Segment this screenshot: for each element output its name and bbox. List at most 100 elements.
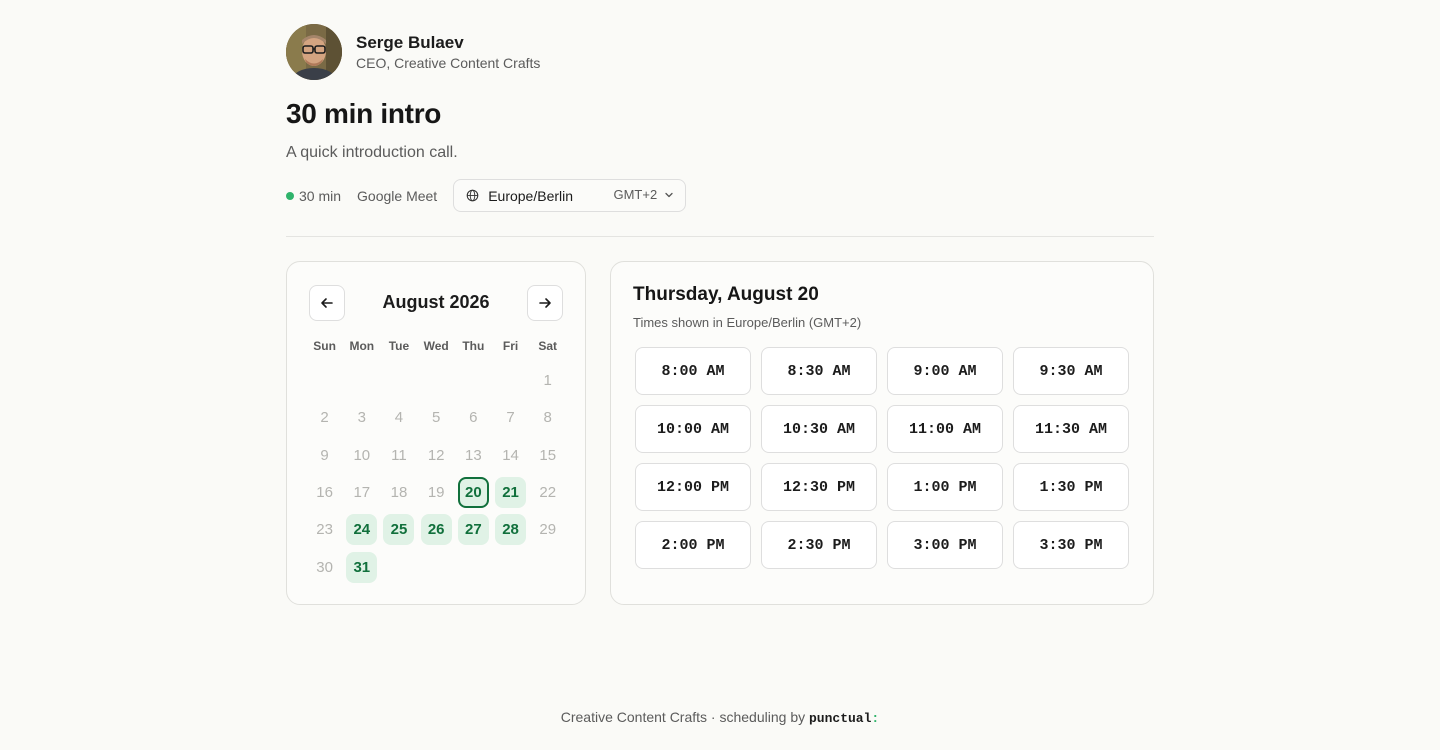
day-number: 9	[320, 446, 329, 464]
time-slot-button[interactable]: 3:30 PM	[1013, 521, 1129, 569]
day-number: 17	[353, 484, 371, 502]
brand-mark: :	[871, 711, 880, 726]
day-cell-empty	[306, 362, 343, 399]
weekday-header: Sun Mon Tue Wed Thu Fri Sat	[306, 339, 566, 353]
globe-icon	[466, 189, 479, 202]
time-slot-button[interactable]: 1:30 PM	[1013, 463, 1129, 511]
timezone-name: Europe/Berlin	[488, 187, 574, 204]
day-number: 23	[316, 521, 333, 539]
timezone-offset: GMT+2	[613, 187, 658, 202]
day-number: 7	[506, 409, 515, 427]
time-slot-button[interactable]: 11:30 AM	[1013, 405, 1129, 453]
day-number: 5	[431, 409, 441, 427]
divider	[286, 236, 1154, 237]
day-cell: 3	[343, 399, 380, 436]
location-label: Google Meet	[357, 187, 438, 204]
event-description: A quick introduction call.	[286, 144, 458, 161]
day-number: 6	[469, 409, 478, 427]
footer-company: Creative Content Crafts	[560, 709, 708, 725]
day-cell: 11	[380, 437, 417, 474]
weekday-label: Tue	[388, 339, 410, 353]
time-slot-grid: 8:00 AM 8:30 AM 9:00 AM 9:30 AM 10:00 AM 10:3…	[635, 347, 1129, 569]
host-name: Serge Bulaev	[356, 33, 464, 52]
day-number: 25	[383, 514, 415, 546]
day-number: 19	[427, 484, 445, 502]
day-number: 8	[543, 409, 552, 427]
time-slot-button[interactable]: 1:00 PM	[887, 463, 1003, 511]
event-meta: 30 min Google Meet Europe/Berlin GMT+2	[286, 179, 687, 212]
duration-label: 30 min	[299, 187, 342, 204]
day-cell-selected[interactable]: 20	[455, 474, 492, 511]
day-number: 22	[539, 484, 557, 502]
weekday-label: Sat	[538, 339, 558, 353]
day-cell[interactable]: 24	[343, 511, 380, 548]
days-grid: 1 2 3 4 5 6 7 8 9 10 11 12 13 14 15 16 17 18 19 20 21 22 23 24 2…	[306, 362, 567, 586]
day-number: 13	[465, 446, 482, 464]
day-number: 10	[353, 446, 371, 464]
day-cell: 2	[306, 399, 343, 436]
footer-separator: · scheduling by	[707, 709, 809, 725]
day-cell: 5	[418, 399, 455, 436]
day-number: 3	[357, 409, 366, 427]
time-slot-button[interactable]: 11:00 AM	[887, 405, 1003, 453]
day-number: 15	[539, 446, 557, 464]
day-cell[interactable]: 25	[380, 511, 417, 548]
day-cell: 13	[455, 437, 492, 474]
time-slot-button[interactable]: 3:00 PM	[887, 521, 1003, 569]
day-number: 26	[420, 514, 452, 546]
day-cell: 14	[492, 437, 529, 474]
day-cell: 7	[492, 399, 529, 436]
time-slot-button[interactable]: 2:00 PM	[635, 521, 751, 569]
day-cell: 15	[529, 437, 566, 474]
time-slot-button[interactable]: 8:30 AM	[761, 347, 877, 395]
time-slot-button[interactable]: 10:30 AM	[761, 405, 877, 453]
day-number: 16	[316, 484, 333, 502]
chevron-down-icon	[665, 192, 673, 198]
day-cell[interactable]: 21	[492, 474, 529, 511]
day-cell[interactable]: 27	[455, 511, 492, 548]
day-cell[interactable]: 31	[343, 548, 380, 585]
day-cell: 19	[418, 474, 455, 511]
day-number: 21	[495, 477, 527, 509]
day-number: 20	[457, 477, 489, 509]
day-number: 24	[346, 514, 378, 546]
weekday-label: Thu	[462, 339, 485, 353]
time-slot-button[interactable]: 12:30 PM	[761, 463, 877, 511]
day-number: 1	[543, 372, 552, 390]
time-slot-button[interactable]: 10:00 AM	[635, 405, 751, 453]
time-slot-button[interactable]: 9:30 AM	[1013, 347, 1129, 395]
host-info: Serge Bulaev CEO, Creative Content Craft…	[356, 32, 540, 72]
day-cell: 29	[529, 511, 566, 548]
duration-badge: 30 min	[286, 188, 341, 204]
booking-page: Serge Bulaev CEO, Creative Content Craft…	[0, 0, 1440, 750]
time-slot-button[interactable]: 12:00 PM	[635, 463, 751, 511]
weekday-label: Sun	[313, 339, 336, 353]
day-number: 12	[427, 446, 445, 464]
day-number: 14	[502, 446, 519, 464]
footer: Creative Content Crafts · scheduling by …	[0, 709, 1440, 726]
weekday-label: Mon	[349, 339, 375, 353]
time-slots-card: Thursday, August 20 Times shown in Europ…	[610, 261, 1154, 605]
day-number: 29	[539, 521, 557, 539]
time-slot-button[interactable]: 8:00 AM	[635, 347, 751, 395]
weekday-label: Fri	[502, 339, 519, 353]
day-cell-empty	[492, 362, 529, 399]
day-number: 28	[495, 514, 527, 546]
time-slot-button[interactable]: 2:30 PM	[761, 521, 877, 569]
day-cell: 12	[418, 437, 455, 474]
timezone-select[interactable]: Europe/Berlin GMT+2	[453, 179, 687, 212]
next-month-button[interactable]	[527, 285, 563, 321]
day-number: 11	[391, 446, 407, 464]
day-number: 30	[316, 558, 333, 576]
day-cell: 1	[529, 362, 566, 399]
day-cell-empty	[455, 362, 492, 399]
time-slot-button[interactable]: 9:00 AM	[887, 347, 1003, 395]
day-cell: 17	[343, 474, 380, 511]
brand-logo[interactable]: punctual	[809, 711, 871, 726]
day-cell[interactable]: 28	[492, 511, 529, 548]
day-cell[interactable]: 26	[418, 511, 455, 548]
day-number: 27	[457, 514, 489, 546]
avatar-photo	[286, 24, 342, 80]
status-dot-icon	[286, 191, 294, 200]
day-cell: 4	[380, 399, 417, 436]
